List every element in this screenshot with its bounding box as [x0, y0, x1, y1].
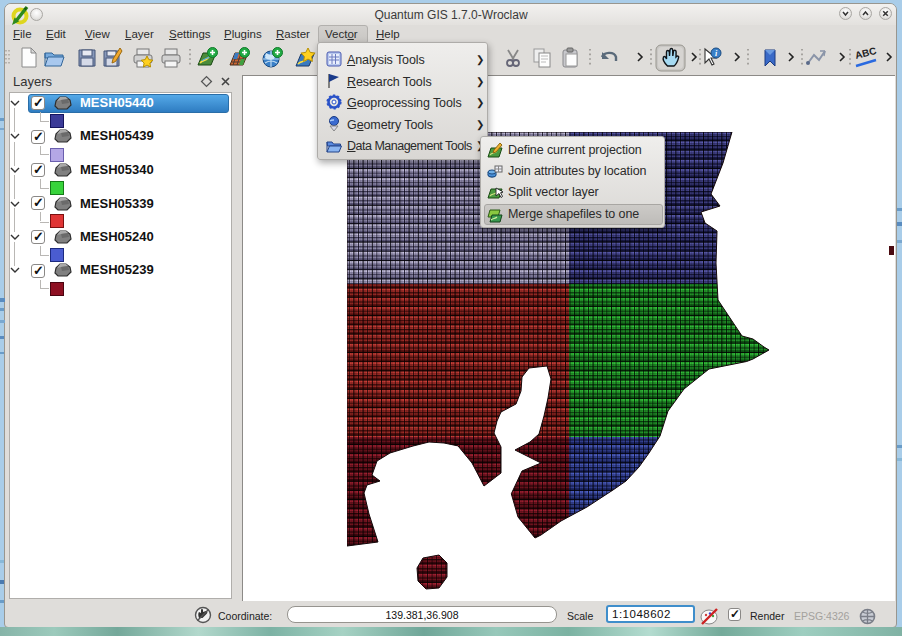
svg-text:ABC: ABC [854, 45, 878, 61]
